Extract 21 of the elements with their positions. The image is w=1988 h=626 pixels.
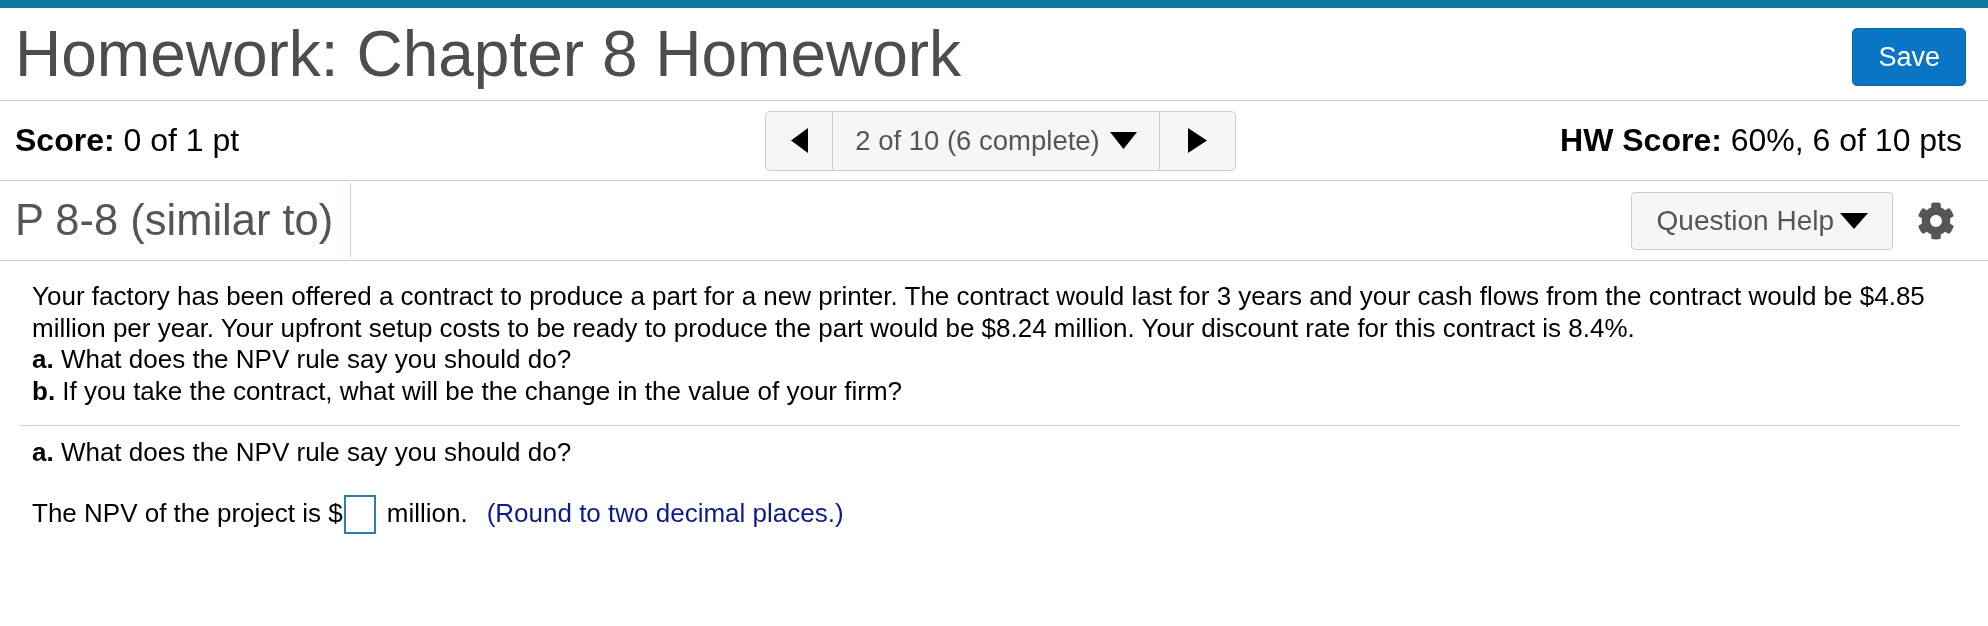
question-text: a. What does the NPV rule say you should do? bbox=[32, 344, 573, 377]
question-selector-button[interactable]: 2 of 10 (6 complete) bbox=[832, 110, 1160, 171]
caret-down-icon bbox=[1840, 212, 1868, 229]
caret-left-icon bbox=[790, 128, 808, 153]
hw-score-text: HW Score: 60%, 6 of 10 pts bbox=[1560, 122, 1962, 159]
caret-right-icon bbox=[1188, 128, 1207, 153]
hint-text: (Round to two decimal places.) bbox=[486, 498, 844, 530]
next-button[interactable] bbox=[1159, 110, 1236, 171]
question-text: b. If you take the contract, what will be the change in the value of your firm? bbox=[32, 376, 903, 408]
answer-unit: million. bbox=[386, 498, 468, 530]
question-help-button[interactable]: Question Help bbox=[1630, 191, 1893, 250]
answer-prefix: The NPV of the project is $ bbox=[32, 498, 343, 530]
save-button[interactable]: Save bbox=[1852, 28, 1966, 86]
previous-button[interactable] bbox=[765, 110, 833, 171]
problem-text: Your factory has been offered a contract to produce a part for a new printer. The contract would last for 3 years and your cash flows from the contract would be $4.85 million per year. Your upfront setup costs to be ready to produce the part would be $8.24 million. Your discount rate for this contract is 8.4%. bbox=[32, 281, 1926, 345]
answer-prompt: a. What does the NPV rule say you should do? bbox=[32, 436, 573, 469]
caret-down-icon bbox=[1109, 132, 1137, 149]
question-title: P 8-8 (similar to) bbox=[15, 196, 334, 245]
settings-icon[interactable] bbox=[1917, 201, 1955, 240]
answer-field[interactable] bbox=[343, 494, 376, 534]
score-text: Score: 0 of 1 pt bbox=[15, 122, 240, 159]
